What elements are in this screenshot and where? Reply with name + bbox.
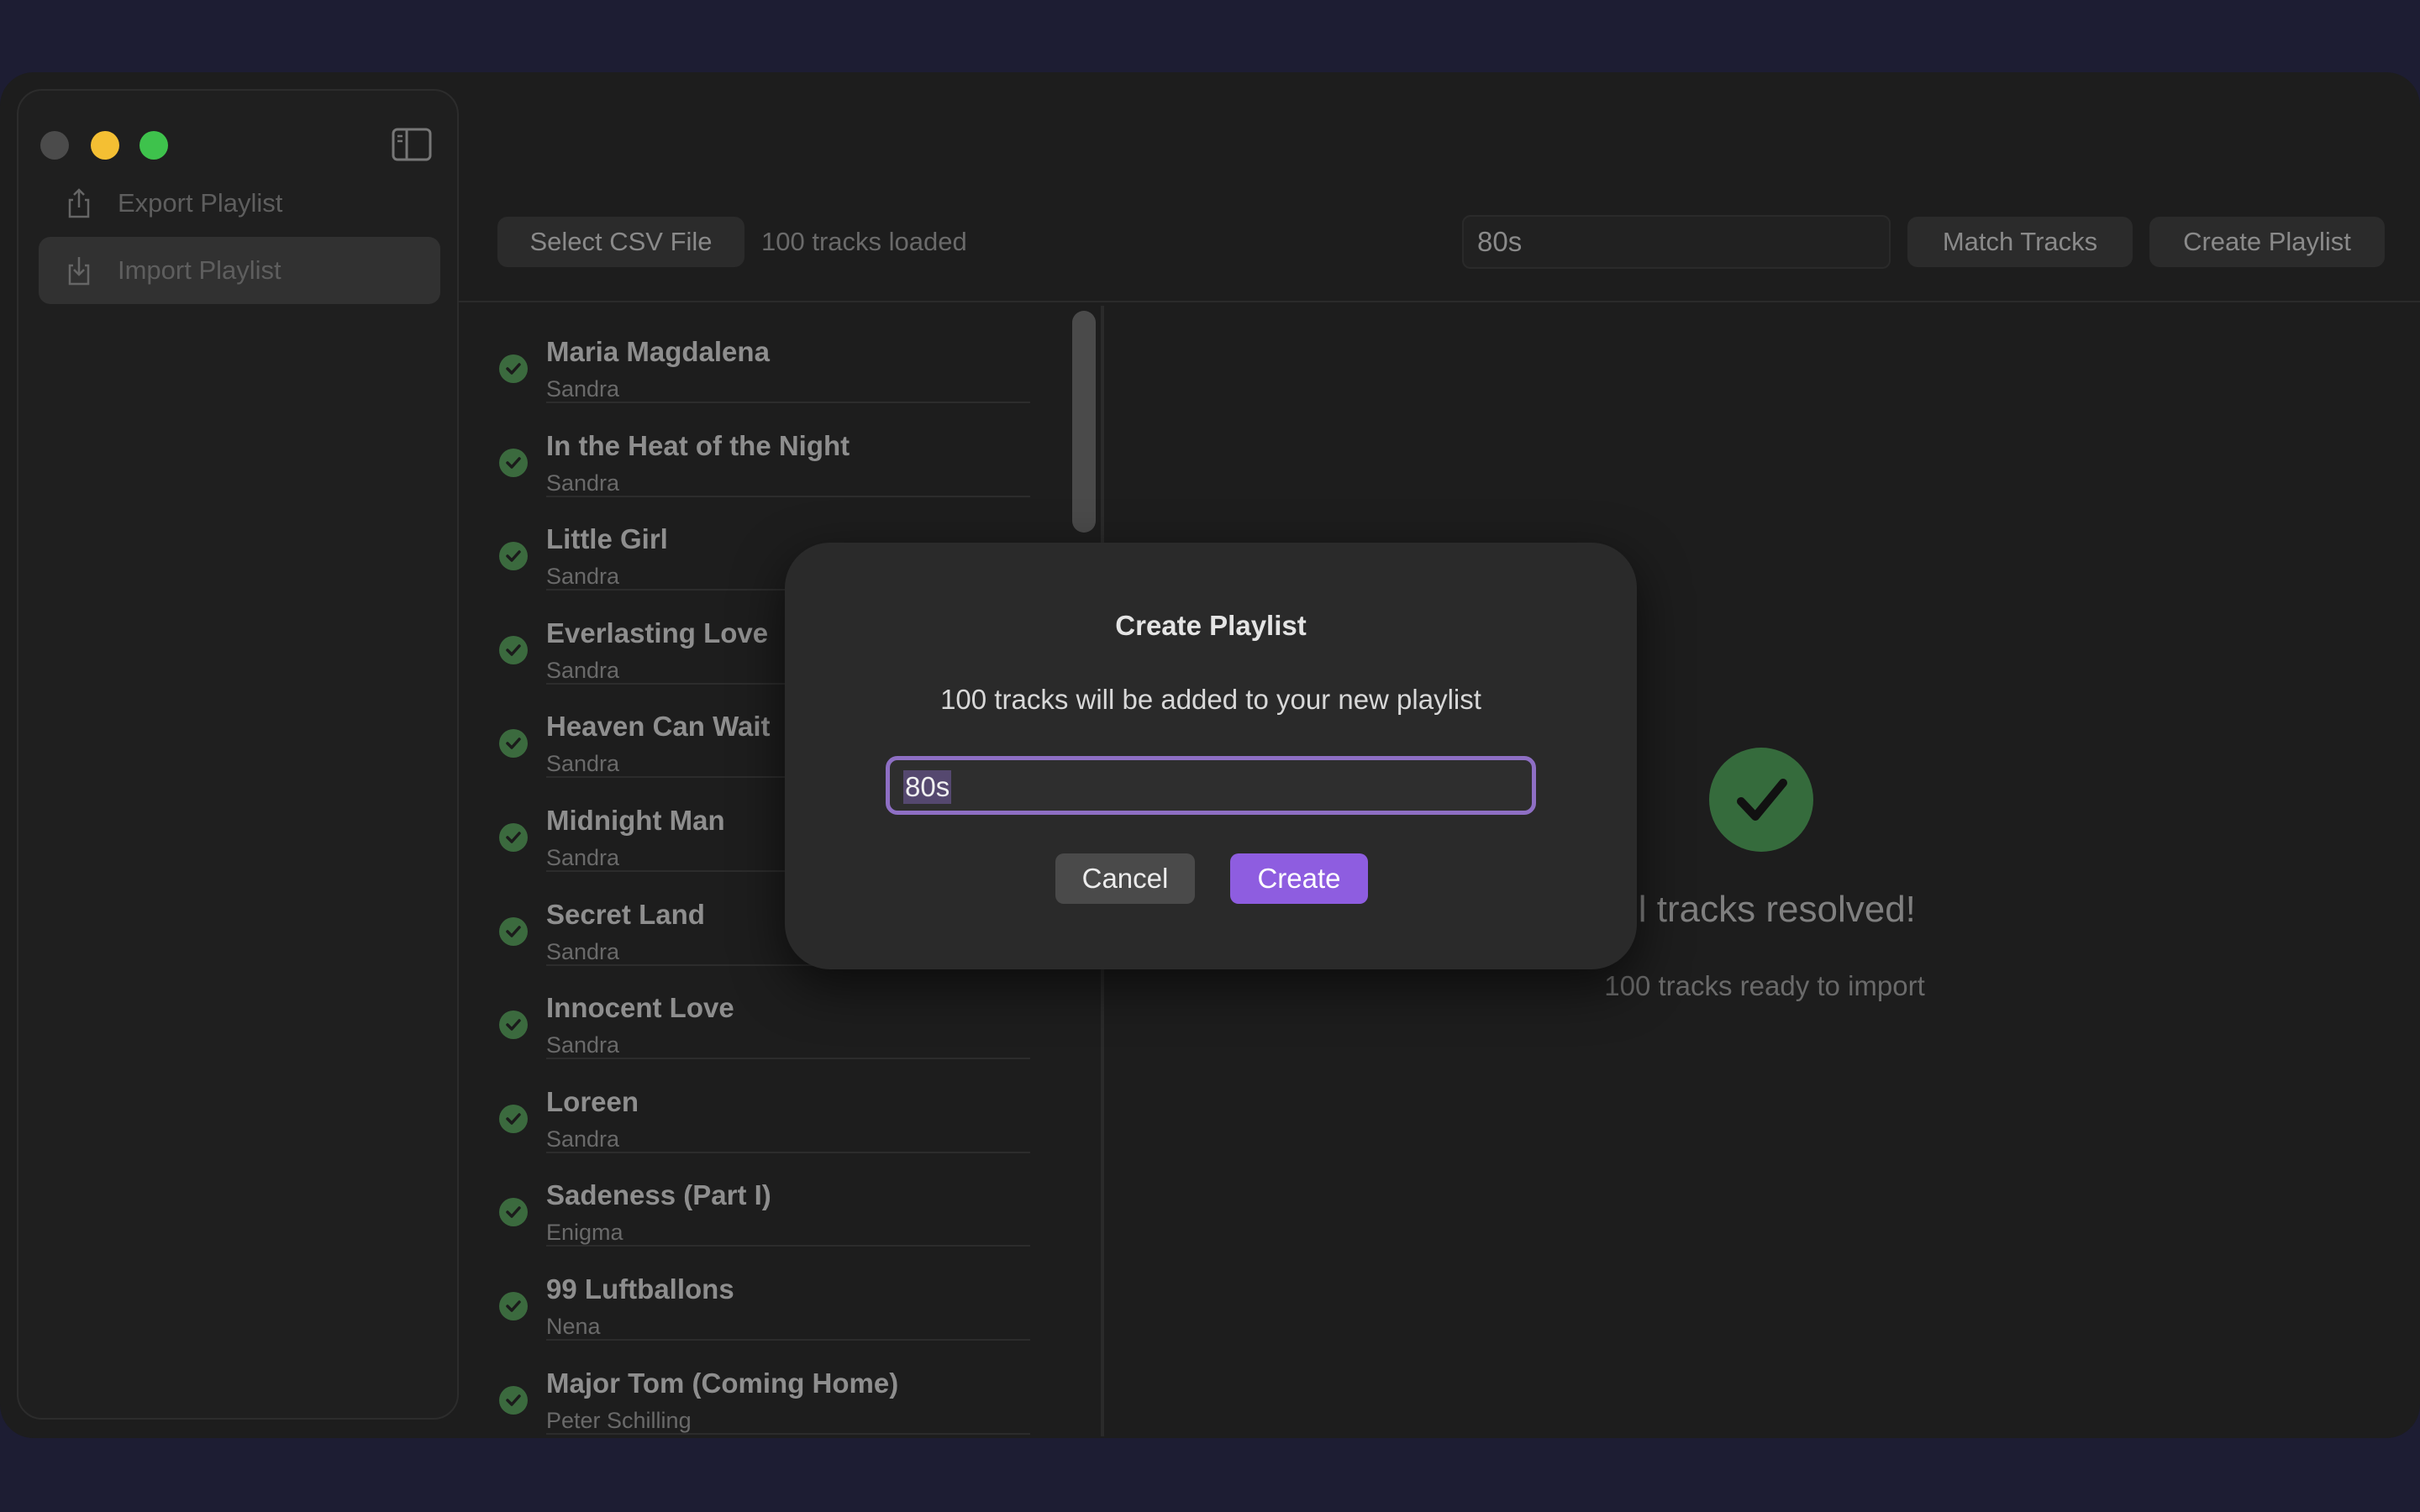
track-artist: Peter Schilling xyxy=(546,1407,692,1433)
resolved-subtitle: 100 tracks ready to import xyxy=(1604,970,1925,1001)
checkmark-circle-icon xyxy=(499,448,528,477)
select-csv-file-button[interactable]: Select CSV File xyxy=(497,217,744,267)
track-row[interactable]: Major Tom (Coming Home) Peter Schilling xyxy=(471,1339,1030,1435)
track-artist: Enigma xyxy=(546,1220,623,1246)
success-checkmark-icon xyxy=(1709,748,1813,852)
selected-input-text: 80s xyxy=(903,770,952,804)
track-artist: Sandra xyxy=(546,1126,620,1152)
track-title: Midnight Man xyxy=(546,805,725,836)
checkmark-circle-icon xyxy=(499,1011,528,1040)
track-artist: Sandra xyxy=(546,470,620,496)
checkmark-circle-icon xyxy=(499,916,528,946)
track-title: Sadeness (Part I) xyxy=(546,1179,771,1211)
checkmark-circle-icon xyxy=(499,1292,528,1320)
checkmark-circle-icon xyxy=(499,1104,528,1133)
track-title: Heaven Can Wait xyxy=(546,711,771,743)
sidebar: Export Playlist Import Playlist xyxy=(17,89,459,1420)
dialog-message: 100 tracks will be added to your new pla… xyxy=(940,684,1481,715)
checkmark-circle-icon xyxy=(499,542,528,571)
toolbar-divider xyxy=(459,301,2420,302)
track-row[interactable]: Innocent Love Sandra xyxy=(471,963,1030,1060)
track-row[interactable]: Sadeness (Part I) Enigma xyxy=(471,1151,1030,1247)
track-title: Maria Magdalena xyxy=(546,336,770,367)
checkmark-circle-icon xyxy=(499,635,528,664)
cancel-button[interactable]: Cancel xyxy=(1055,853,1195,904)
sidebar-toggle-icon[interactable] xyxy=(392,128,432,161)
tracks-loaded-status: 100 tracks loaded xyxy=(761,227,967,256)
checkmark-circle-icon xyxy=(499,354,528,383)
checkmark-circle-icon xyxy=(499,823,528,852)
share-icon xyxy=(68,188,90,218)
resolved-title: ll tracks resolved! xyxy=(1630,889,1916,930)
track-artist: Sandra xyxy=(546,564,620,590)
close-window-button[interactable] xyxy=(40,131,69,160)
playlist-name-input[interactable]: 80s xyxy=(886,756,1536,815)
track-title: Major Tom (Coming Home) xyxy=(546,1367,899,1399)
track-title: Secret Land xyxy=(546,898,705,930)
checkmark-circle-icon xyxy=(499,1385,528,1415)
row-separator xyxy=(546,1432,1030,1435)
track-artist: Sandra xyxy=(546,938,620,964)
create-playlist-toolbar-button[interactable]: Create Playlist xyxy=(2149,217,2385,267)
dialog-title: Create Playlist xyxy=(1115,610,1307,641)
track-title: Everlasting Love xyxy=(546,617,769,648)
app-window: Export Playlist Import Playlist Select C… xyxy=(0,72,2420,1438)
sidebar-item-label: Import Playlist xyxy=(118,255,281,285)
track-row[interactable]: Maria Magdalena Sandra xyxy=(471,307,1030,403)
sidebar-item-export-playlist[interactable]: Export Playlist xyxy=(39,170,440,237)
checkmark-circle-icon xyxy=(499,729,528,759)
track-row[interactable]: 99 Luftballons Nena xyxy=(471,1245,1030,1341)
maximize-window-button[interactable] xyxy=(139,131,168,160)
match-tracks-button[interactable]: Match Tracks xyxy=(1907,217,2133,267)
track-artist: Sandra xyxy=(546,845,620,870)
track-artist: Nena xyxy=(546,1314,601,1339)
track-title: Loreen xyxy=(546,1085,639,1117)
sidebar-item-label: Export Playlist xyxy=(118,188,283,218)
track-title: In the Heat of the Night xyxy=(546,429,850,461)
download-tray-icon xyxy=(68,257,90,286)
track-title: Innocent Love xyxy=(546,992,734,1024)
minimize-window-button[interactable] xyxy=(91,131,119,160)
create-button[interactable]: Create xyxy=(1230,853,1368,904)
track-artist: Sandra xyxy=(546,751,620,777)
track-list-scrollbar[interactable] xyxy=(1072,311,1096,533)
track-artist: Sandra xyxy=(546,657,620,683)
playlist-name-field[interactable]: 80s xyxy=(1462,215,1891,269)
checkmark-circle-icon xyxy=(499,1198,528,1227)
track-row[interactable]: Loreen Sandra xyxy=(471,1058,1030,1153)
track-title: 99 Luftballons xyxy=(546,1273,734,1305)
sidebar-item-import-playlist[interactable]: Import Playlist xyxy=(39,237,440,304)
track-artist: Sandra xyxy=(546,376,620,402)
track-artist: Sandra xyxy=(546,1032,620,1058)
track-row[interactable]: In the Heat of the Night Sandra xyxy=(471,402,1030,497)
track-title: Little Girl xyxy=(546,523,668,555)
create-playlist-dialog: Create Playlist 100 tracks will be added… xyxy=(785,543,1637,969)
